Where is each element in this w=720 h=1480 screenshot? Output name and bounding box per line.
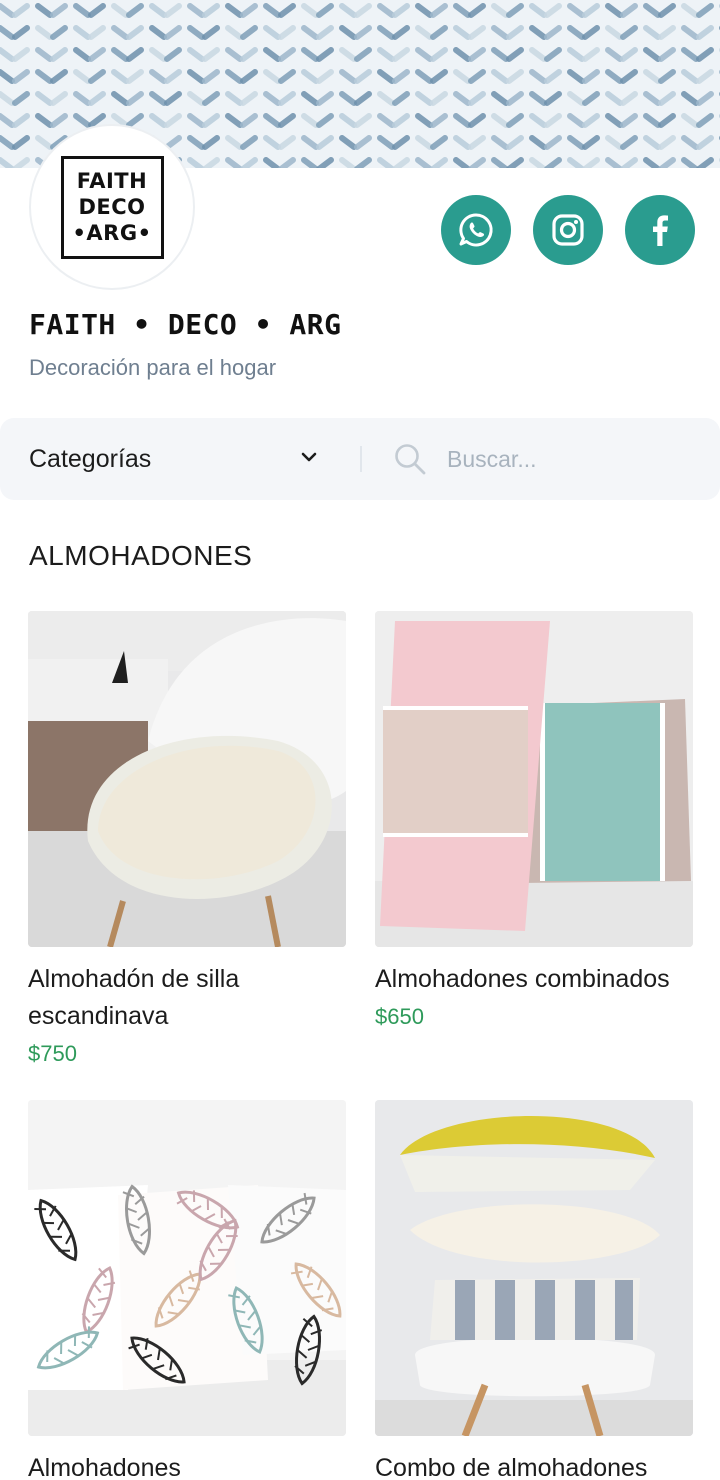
product-card[interactable]: Almohadón de silla escandinava $750 bbox=[28, 611, 346, 1067]
product-card[interactable]: Almohadones bbox=[28, 1100, 346, 1480]
product-price: $650 bbox=[375, 1004, 424, 1029]
social-links bbox=[441, 195, 695, 265]
categories-dropdown[interactable]: Categorías bbox=[0, 418, 340, 500]
product-image[interactable] bbox=[28, 611, 346, 947]
logo-line-2: DECO bbox=[78, 195, 146, 219]
chevron-down-icon bbox=[301, 452, 317, 462]
product-title[interactable]: Almohadones bbox=[28, 1450, 346, 1480]
categories-label: Categorías bbox=[29, 444, 152, 473]
search-box bbox=[393, 418, 703, 500]
search-input[interactable] bbox=[447, 445, 687, 473]
whatsapp-icon bbox=[459, 213, 493, 247]
search-icon bbox=[395, 444, 426, 475]
logo-mark: FAITH DECO •ARG• bbox=[60, 155, 164, 259]
store-tagline: Decoración para el hogar bbox=[29, 355, 277, 380]
facebook-button[interactable] bbox=[625, 195, 695, 265]
product-image[interactable] bbox=[375, 611, 693, 947]
product-title[interactable]: Combo de almohadones bbox=[375, 1450, 693, 1480]
filter-bar: Categorías bbox=[0, 418, 720, 500]
section-title: ALMOHADONES bbox=[29, 540, 253, 571]
product-title[interactable]: Almohadones combinados bbox=[375, 961, 693, 998]
product-price: $750 bbox=[28, 1041, 77, 1066]
facebook-icon bbox=[653, 215, 668, 246]
logo-line-3: •ARG• bbox=[72, 221, 152, 245]
instagram-button[interactable] bbox=[533, 195, 603, 265]
store-logo: FAITH DECO •ARG• bbox=[29, 124, 195, 290]
whatsapp-button[interactable] bbox=[441, 195, 511, 265]
filter-divider bbox=[360, 446, 362, 472]
product-card[interactable]: Almohadones combinados $650 bbox=[375, 611, 693, 1030]
instagram-icon bbox=[552, 214, 584, 246]
product-image[interactable] bbox=[375, 1100, 693, 1436]
logo-line-1: FAITH bbox=[76, 169, 148, 193]
product-card[interactable]: Combo de almohadones bbox=[375, 1100, 693, 1480]
store-name: FAITH • DECO • ARG bbox=[29, 308, 342, 341]
product-image[interactable] bbox=[28, 1100, 346, 1436]
product-title[interactable]: Almohadón de silla escandinava bbox=[28, 961, 346, 1035]
